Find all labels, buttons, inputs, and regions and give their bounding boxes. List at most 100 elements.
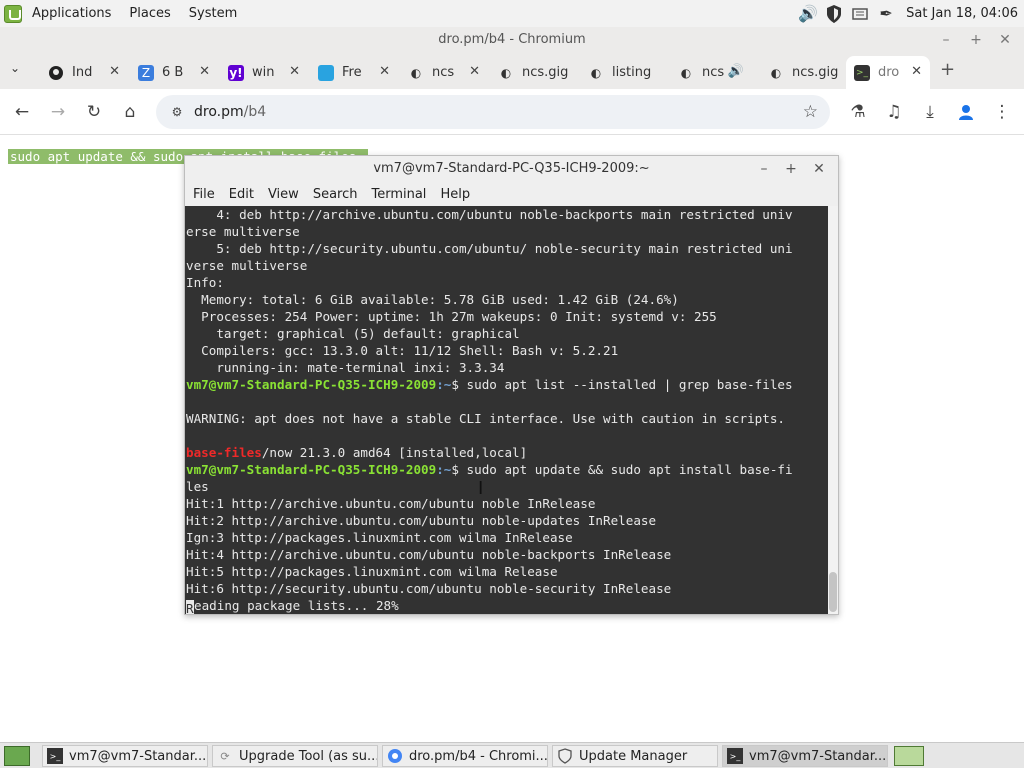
terminal-close-button[interactable]: ✕ (808, 156, 830, 182)
output-line: Info: (186, 275, 224, 290)
tab-9[interactable]: ◐ ncs.gig (760, 56, 844, 89)
terminal-menu-help[interactable]: Help (440, 187, 470, 202)
menu-kebab-icon[interactable]: ⋮ (990, 100, 1014, 124)
pen-icon[interactable]: ✒ (876, 4, 896, 24)
url-path: /b4 (243, 104, 267, 120)
terminal-icon: >_ (727, 748, 743, 764)
show-desktop-button[interactable] (4, 746, 30, 766)
profile-icon[interactable] (954, 100, 978, 124)
maximize-button[interactable]: + (964, 27, 988, 53)
terminal-menu-file[interactable]: File (193, 187, 215, 202)
home-button[interactable]: ⌂ (118, 100, 142, 124)
close-button[interactable]: ✕ (993, 27, 1017, 53)
terminal-menu-terminal[interactable]: Terminal (371, 187, 426, 202)
upgrade-icon: ⟳ (220, 749, 230, 763)
tab-label: win (252, 65, 275, 80)
menu-applications[interactable]: Applications (32, 6, 111, 21)
terminal-minimize-button[interactable]: – (753, 156, 775, 182)
chromium-icon (387, 748, 403, 764)
taskbar-item-terminal-1[interactable]: >_ vm7@vm7-Standar... (42, 745, 208, 767)
tab-4[interactable]: Fre ✕ (310, 56, 398, 89)
terminal-titlebar[interactable]: vm7@vm7-Standard-PC-Q35-ICH9-2009:~ – + … (185, 156, 838, 182)
terminal-menu-edit[interactable]: Edit (229, 187, 254, 202)
tab-close-icon[interactable]: ✕ (911, 64, 922, 79)
tab-6[interactable]: ◐ ncs.gig (490, 56, 578, 89)
bookmark-star-icon[interactable]: ☆ (803, 102, 818, 122)
progress-text: eading package lists... 28% (194, 598, 399, 613)
taskbar-item-upgrade-tool[interactable]: ⟳ Upgrade Tool (as su... (212, 745, 378, 767)
output-line: verse multiverse (186, 258, 308, 273)
tab-close-icon[interactable]: ✕ (289, 64, 300, 79)
taskbar-item-terminal-2-active[interactable]: >_ vm7@vm7-Standar... (722, 745, 888, 767)
tab-10-active[interactable]: >_ dro ✕ (846, 56, 930, 89)
tab-close-icon[interactable]: ✕ (379, 64, 390, 79)
taskbar-label: Update Manager (579, 748, 688, 764)
terminal-output[interactable]: 4: deb http://archive.ubuntu.com/ubuntu … (185, 206, 828, 614)
tab-search-chevron-icon[interactable]: ⌄ (10, 61, 20, 75)
reload-button[interactable]: ↻ (82, 100, 106, 124)
tab-8[interactable]: ◐ ncs 🔊 (670, 56, 758, 89)
tab-label: listing (612, 65, 652, 80)
terminal-title: vm7@vm7-Standard-PC-Q35-ICH9-2009:~ (373, 161, 650, 176)
globe-icon: ◐ (590, 65, 602, 80)
terminal-menu-search[interactable]: Search (313, 187, 358, 202)
tab-close-icon[interactable]: ✕ (109, 64, 120, 79)
apt-hit-line: Hit:5 http://packages.linuxmint.com wilm… (186, 564, 558, 579)
tab-label: ncs (432, 65, 454, 80)
address-bar[interactable]: ⚙ dro.pm/b4 ☆ (156, 95, 830, 129)
taskbar-item-update-manager[interactable]: Update Manager (552, 745, 718, 767)
minimize-button[interactable]: – (934, 27, 958, 53)
prompt-user: vm7@vm7-Standard-PC-Q35-ICH9-2009 (186, 377, 437, 392)
tab-1[interactable]: Ind ✕ (40, 56, 128, 89)
audio-playing-icon[interactable]: 🔊 (728, 64, 744, 79)
prompt-line: vm7@vm7-Standard-PC-Q35-ICH9-2009:~$ sud… (185, 376, 828, 393)
terminal-icon: >_ (47, 748, 63, 764)
tab-2[interactable]: Z 6 B ✕ (130, 56, 218, 89)
prompt-user: vm7@vm7-Standard-PC-Q35-ICH9-2009 (186, 462, 437, 477)
clock[interactable]: Sat Jan 18, 04:06 (906, 6, 1018, 21)
menu-places[interactable]: Places (129, 6, 170, 21)
taskbar-label: dro.pm/b4 - Chromi... (409, 748, 548, 764)
terminal-icon: >_ (854, 64, 870, 81)
scrollbar-thumb[interactable] (829, 572, 837, 612)
volume-icon[interactable]: 🔊 (798, 4, 818, 24)
menu-system[interactable]: System (189, 6, 237, 21)
taskbar-item-chromium[interactable]: dro.pm/b4 - Chromi... (382, 745, 548, 767)
browser-toolbar: ← → ↻ ⌂ ⚙ dro.pm/b4 ☆ ⚗ ♫ ⤓ ⋮ (0, 89, 1024, 135)
mint-menu-icon[interactable] (4, 4, 22, 23)
grep-match: base-files (186, 445, 262, 460)
forward-button[interactable]: → (46, 100, 70, 124)
tab-label: ncs (702, 65, 724, 80)
workspace-switcher[interactable] (894, 746, 924, 766)
tab-close-icon[interactable]: ✕ (199, 64, 210, 79)
tab-label: ncs.gig (792, 65, 839, 80)
prompt-path: :~ (436, 377, 452, 392)
tab-5[interactable]: ◐ ncs ✕ (400, 56, 488, 89)
back-button[interactable]: ← (10, 100, 34, 124)
shield-icon (557, 748, 573, 764)
terminal-scrollbar[interactable] (828, 206, 838, 614)
output-line: running-in: mate-terminal inxi: 3.3.34 (186, 360, 505, 375)
apt-hit-line: Hit:4 http://archive.ubuntu.com/ubuntu n… (186, 547, 672, 562)
terminal-maximize-button[interactable]: + (780, 156, 802, 182)
network-icon[interactable] (850, 4, 870, 24)
tab-3[interactable]: y! win ✕ (220, 56, 308, 89)
shield-icon[interactable] (824, 4, 844, 24)
media-control-icon[interactable]: ♫ (882, 100, 906, 124)
terminal-menu-view[interactable]: View (268, 187, 299, 202)
progress-line: Reading package lists... 28% (185, 597, 828, 614)
apt-hit-line: Ign:3 http://packages.linuxmint.com wilm… (186, 530, 573, 545)
new-tab-button[interactable]: + (940, 59, 955, 80)
download-icon[interactable]: ⤓ (918, 100, 942, 124)
taskbar-label: vm7@vm7-Standar... (69, 748, 207, 764)
output-line: 4: deb http://archive.ubuntu.com/ubuntu … (186, 207, 793, 222)
labs-flask-icon[interactable]: ⚗ (846, 100, 870, 124)
github-icon (48, 65, 64, 81)
tab-close-icon[interactable]: ✕ (469, 64, 480, 79)
tab-7[interactable]: ◐ listing (580, 56, 668, 89)
site-info-icon[interactable]: ⚙ (166, 101, 188, 123)
browser-titlebar: dro.pm/b4 - Chromium – + ✕ (0, 27, 1024, 53)
taskbar-label: vm7@vm7-Standar... (749, 748, 887, 764)
